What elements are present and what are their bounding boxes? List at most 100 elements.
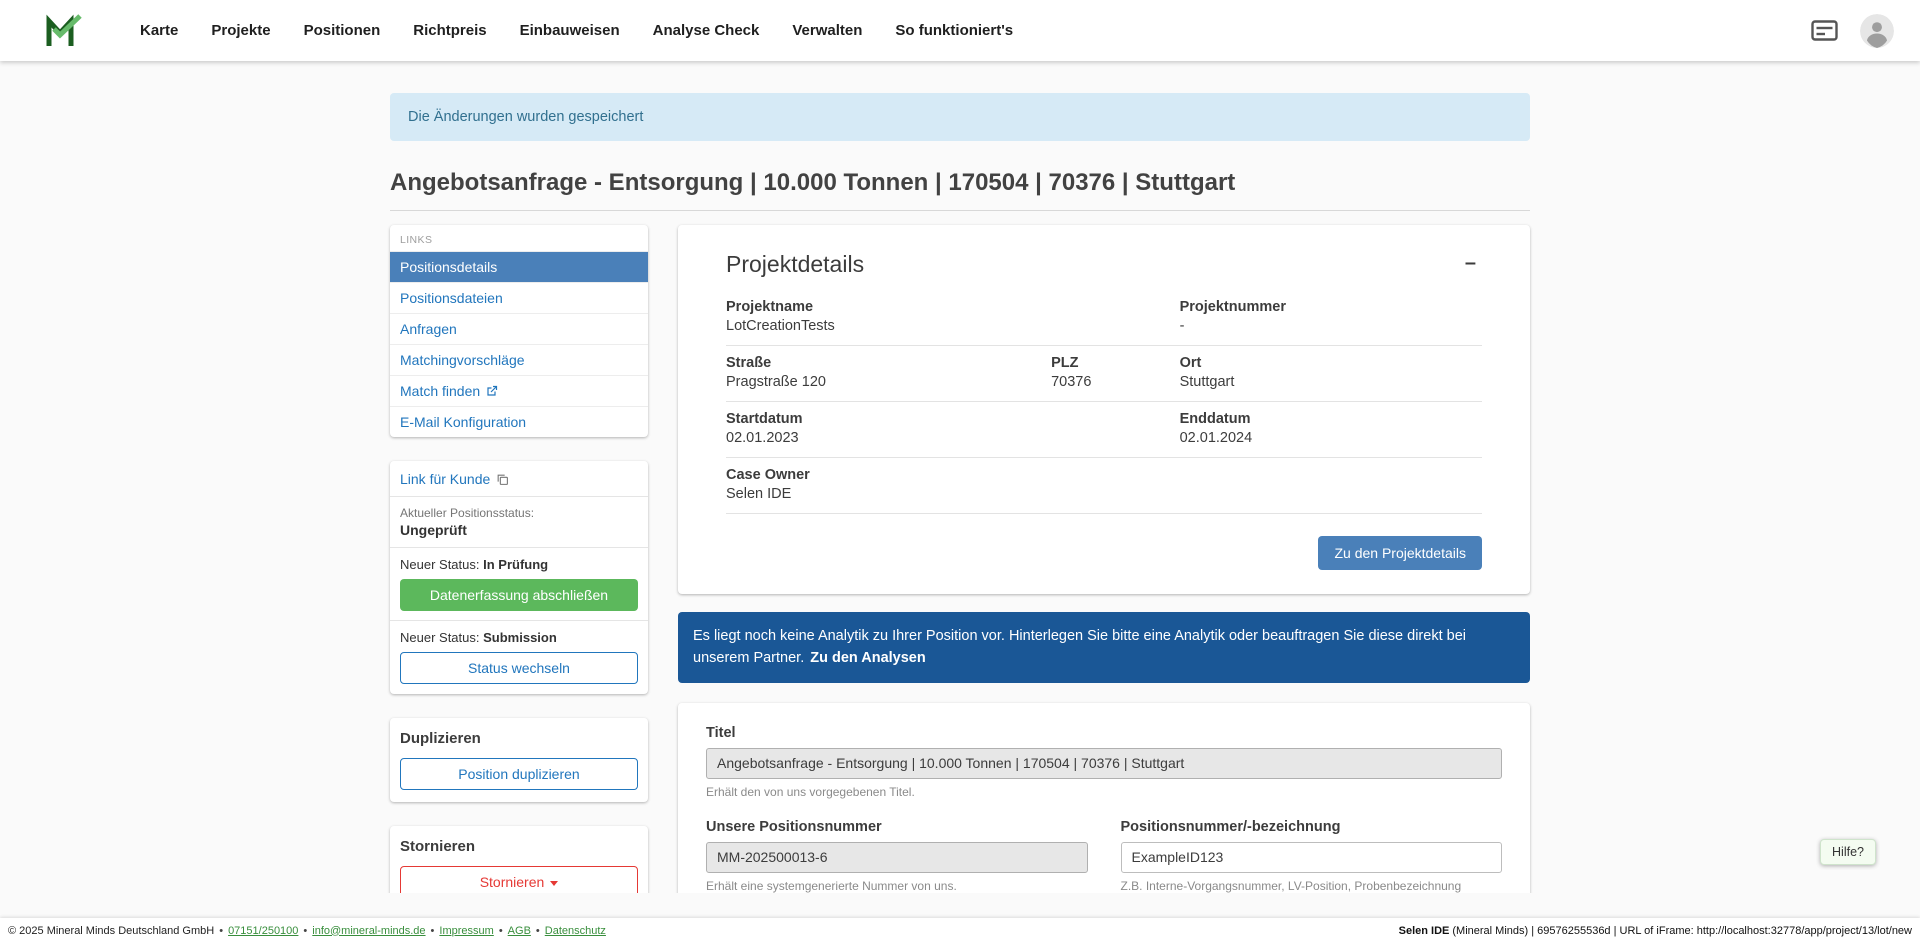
project-details-card: Projektdetails – Projektname LotCreation…: [678, 225, 1530, 594]
footer-agb-link[interactable]: AGB: [508, 925, 531, 937]
position-number-help-text: Z.B. Interne-Vorgangsnummer, LV-Position…: [1121, 879, 1503, 893]
project-field-row: Straße Pragstraße 120 PLZ 70376 Ort Stut…: [726, 346, 1482, 402]
status-card: Link für Kunde Aktueller Positionsstatus…: [390, 461, 648, 694]
field-value: Selen IDE: [726, 486, 1482, 502]
project-field-row: Startdatum 02.01.2023 Enddatum 02.01.202…: [726, 402, 1482, 458]
project-field-row: Case Owner Selen IDE: [726, 458, 1482, 514]
copyright-text: © 2025 Mineral Minds Deutschland GmbH: [8, 925, 214, 937]
footer-datenschutz-link[interactable]: Datenschutz: [545, 925, 606, 937]
sidebar-item-label: E-Mail Konfiguration: [400, 414, 526, 430]
nav-so-funktionierts[interactable]: So funktioniert's: [895, 22, 1013, 39]
sidebar-item-label: Match finden: [400, 383, 480, 399]
sidebar-item-label: Positionsdateien: [400, 290, 503, 306]
nav-positionen[interactable]: Positionen: [304, 22, 381, 39]
field-label: Projektnummer: [1180, 299, 1482, 315]
footer-email-link[interactable]: info@mineral-minds.de: [312, 925, 425, 937]
current-status-label: Aktueller Positionsstatus:: [400, 506, 638, 520]
cancel-card-title: Stornieren: [400, 838, 638, 855]
field-label: Case Owner: [726, 467, 1482, 483]
separator-dot: •: [431, 925, 435, 937]
separator-dot: •: [303, 925, 307, 937]
position-number-input[interactable]: [1121, 842, 1503, 873]
switch-status-button[interactable]: Status wechseln: [400, 652, 638, 684]
our-number-label: Unsere Positionsnummer: [706, 819, 1088, 835]
field-ort: Ort Stuttgart: [1180, 355, 1482, 390]
field-value: Pragstraße 120: [726, 374, 1051, 390]
go-to-analyses-link[interactable]: Zu den Analysen: [810, 650, 925, 666]
sidebar-item-label: Matchingvorschläge: [400, 352, 525, 368]
separator-dot: •: [499, 925, 503, 937]
footer-impressum-link[interactable]: Impressum: [439, 925, 493, 937]
nav-karte[interactable]: Karte: [140, 22, 178, 39]
user-avatar[interactable]: [1860, 14, 1894, 48]
complete-data-entry-button[interactable]: Datenerfassung abschließen: [400, 579, 638, 611]
field-case-owner: Case Owner Selen IDE: [726, 467, 1482, 502]
separator-dot: •: [536, 925, 540, 937]
help-button[interactable]: Hilfe?: [1820, 839, 1876, 865]
mineral-minds-logo-icon: [44, 14, 82, 48]
footer-phone-link[interactable]: 07151/250100: [228, 925, 298, 937]
page-title: Angebotsanfrage - Entsorgung | 10.000 To…: [390, 169, 1530, 211]
go-to-project-details-button[interactable]: Zu den Projektdetails: [1318, 536, 1482, 570]
caret-down-icon: [550, 881, 558, 886]
sidebar-item-label: Anfragen: [400, 321, 457, 337]
divider: [390, 547, 648, 548]
new-status-label: Neuer Status:: [400, 557, 480, 572]
brand-logo[interactable]: [44, 14, 82, 48]
divider: [390, 620, 648, 621]
position-number-field: Positionsnummer/-bezeichnung Z.B. Intern…: [1121, 819, 1503, 893]
cancel-card: Stornieren Stornieren: [390, 826, 648, 893]
customer-link-label: Link für Kunde: [400, 471, 490, 487]
our-number-help-text: Erhält eine systemgenerierte Nummer von …: [706, 879, 1088, 893]
nav-richtpreis[interactable]: Richtpreis: [413, 22, 486, 39]
footer-user-name: Selen IDE: [1399, 925, 1450, 937]
customer-link[interactable]: Link für Kunde: [400, 471, 638, 487]
new-status-label: Neuer Status:: [400, 630, 480, 645]
duplicate-position-button[interactable]: Position duplizieren: [400, 758, 638, 790]
field-label: Ort: [1180, 355, 1482, 371]
sidebar-item-matchingvorschlaege[interactable]: Matchingvorschläge: [390, 344, 648, 375]
sidebar-item-anfragen[interactable]: Anfragen: [390, 313, 648, 344]
title-input: [706, 748, 1502, 779]
nav-projekte[interactable]: Projekte: [211, 22, 270, 39]
position-number-label: Positionsnummer/-bezeichnung: [1121, 819, 1503, 835]
success-alert: Die Änderungen wurden gespeichert: [390, 93, 1530, 141]
footer-meta-text: (Mineral Minds) | 69576255536d | URL of …: [1452, 925, 1912, 937]
sidebar: LINKS Positionsdetails Positionsdateien …: [390, 225, 648, 893]
navbar-right: [1811, 14, 1894, 48]
nav-verwalten[interactable]: Verwalten: [792, 22, 862, 39]
links-header: LINKS: [390, 225, 648, 251]
field-label: Straße: [726, 355, 1051, 371]
sidebar-item-positionsdateien[interactable]: Positionsdateien: [390, 282, 648, 313]
field-value: 70376: [1051, 374, 1180, 390]
sidebar-item-label: Positionsdetails: [400, 259, 497, 275]
duplicate-card: Duplizieren Position duplizieren: [390, 718, 648, 802]
footer-left: © 2025 Mineral Minds Deutschland GmbH • …: [8, 925, 606, 937]
sidebar-item-positionsdetails[interactable]: Positionsdetails: [390, 251, 648, 282]
field-projektname: Projektname LotCreationTests: [726, 299, 1180, 334]
nav-einbauweisen[interactable]: Einbauweisen: [520, 22, 620, 39]
copy-icon: [496, 473, 509, 486]
sidebar-item-email-konfiguration[interactable]: E-Mail Konfiguration: [390, 406, 648, 437]
field-value: 02.01.2023: [726, 430, 1180, 446]
content-viewport: Die Änderungen wurden gespeichert Angebo…: [0, 61, 1920, 893]
project-field-row: Projektname LotCreationTests Projektnumm…: [726, 290, 1482, 346]
field-value: 02.01.2024: [1180, 430, 1482, 446]
new-status-value: In Prüfung: [483, 557, 548, 572]
sidebar-item-match-finden[interactable]: Match finden: [390, 375, 648, 406]
cancel-button-label: Stornieren: [480, 874, 545, 890]
cancel-dropdown-button[interactable]: Stornieren: [400, 866, 638, 893]
current-status-value: Ungeprüft: [400, 522, 638, 538]
server-icon[interactable]: [1811, 20, 1838, 41]
main-column: Projektdetails – Projektname LotCreation…: [678, 225, 1530, 893]
external-link-icon: [486, 385, 498, 397]
title-help-text: Erhält den von uns vorgegebenen Titel.: [706, 785, 1502, 799]
title-field-label: Titel: [706, 725, 1502, 741]
collapse-card-button[interactable]: –: [1459, 251, 1482, 275]
nav-analyse-check[interactable]: Analyse Check: [653, 22, 760, 39]
new-status-value: Submission: [483, 630, 557, 645]
field-startdatum: Startdatum 02.01.2023: [726, 411, 1180, 446]
divider: [390, 496, 648, 497]
field-label: Projektname: [726, 299, 1180, 315]
main-nav: Karte Projekte Positionen Richtpreis Ein…: [140, 22, 1811, 39]
